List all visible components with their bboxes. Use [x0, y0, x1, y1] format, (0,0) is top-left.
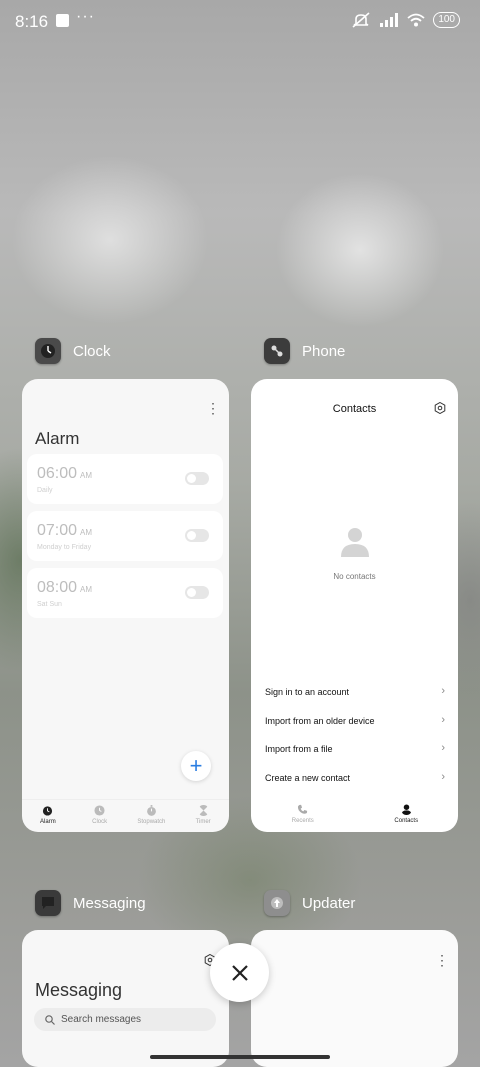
app-header-clock[interactable]: Clock — [35, 338, 111, 364]
clear-all-button[interactable] — [210, 943, 269, 1002]
tab-clock: Clock — [74, 800, 126, 832]
screen-title: Contacts — [332, 403, 377, 415]
search-bar: Search messages — [34, 1008, 216, 1031]
alarm-toggle — [185, 529, 209, 542]
tab-alarm: Alarm — [22, 800, 74, 832]
messaging-app-icon — [35, 890, 61, 916]
screen-title: Alarm — [35, 429, 80, 448]
more-options-icon: ⋮ — [435, 952, 449, 968]
phone-app-icon — [264, 338, 290, 364]
person-icon — [401, 804, 412, 815]
tab-stopwatch: Stopwatch — [126, 800, 178, 832]
app-header-phone[interactable]: Phone — [264, 338, 345, 364]
alarm-time: 06:00 AM — [37, 465, 93, 482]
app-header-messaging[interactable]: Messaging — [35, 890, 146, 916]
wifi-icon — [407, 13, 425, 27]
phone-icon — [298, 804, 308, 814]
app-name: Updater — [302, 894, 356, 912]
mute-icon — [352, 12, 370, 28]
settings-gear-icon — [434, 402, 446, 414]
recent-app-card-messaging[interactable]: Messaging Search messages — [22, 930, 229, 1067]
search-placeholder: Search messages — [61, 1014, 142, 1025]
more-options-icon: ⋮ — [206, 400, 220, 416]
app-header-updater[interactable]: Updater — [264, 890, 355, 916]
stopwatch-icon — [146, 805, 156, 816]
alarm-toggle — [185, 586, 209, 599]
status-bar: 8:16 ··· 100 — [0, 0, 480, 42]
app-name: Phone — [302, 342, 346, 360]
recent-app-card-updater[interactable]: ⋮ — [251, 930, 458, 1067]
add-alarm-button: + — [181, 751, 211, 781]
clock-icon — [94, 805, 105, 816]
alarm-repeat: Sat Sun — [37, 601, 62, 608]
alarm-item: 06:00 AM Daily — [27, 454, 223, 504]
chevron-right-icon: › — [441, 771, 445, 783]
clock-app-icon — [35, 338, 61, 364]
close-icon — [231, 964, 248, 981]
chevron-right-icon: › — [441, 742, 445, 754]
tab-recents: Recents — [251, 799, 355, 832]
bottom-nav: Alarm Clock Stopwatch Timer — [22, 799, 229, 832]
chevron-right-icon: › — [441, 714, 445, 726]
hourglass-icon — [199, 805, 207, 816]
app-name: Messaging — [73, 894, 146, 912]
empty-state-text: No contacts — [333, 572, 376, 581]
action-import-older-device: Import from an older device › — [265, 714, 445, 726]
recent-app-card-clock[interactable]: ⋮ Alarm 06:00 AM Daily 07:00 AM Monday to … — [22, 379, 229, 832]
tab-timer: Timer — [177, 800, 229, 832]
notification-icon — [56, 14, 69, 27]
alarm-item: 07:00 AM Monday to Friday — [27, 511, 223, 561]
recent-app-card-phone[interactable]: Contacts No contacts Sign in to an accou… — [251, 379, 458, 832]
alarm-item: 08:00 AM Sat Sun — [27, 568, 223, 618]
updater-app-icon — [264, 890, 290, 916]
alarm-time: 08:00 AM — [37, 579, 93, 596]
alarm-time: 07:00 AM — [37, 522, 93, 539]
tab-contacts: Contacts — [355, 799, 459, 832]
more-notifications-icon: ··· — [76, 8, 95, 25]
search-icon — [45, 1014, 55, 1025]
alarm-repeat: Monday to Friday — [37, 544, 92, 551]
action-create-contact: Create a new contact › — [265, 771, 445, 783]
alarm-repeat: Daily — [37, 487, 53, 494]
app-name: Clock — [73, 342, 111, 360]
status-time: 8:16 — [15, 12, 49, 31]
alarm-toggle — [185, 472, 209, 485]
alarm-icon — [43, 806, 53, 816]
bottom-nav: Recents Contacts — [251, 799, 458, 832]
screen-title: Messaging — [35, 980, 123, 1000]
action-sign-in: Sign in to an account › — [265, 685, 445, 697]
home-gesture-bar[interactable] — [150, 1055, 330, 1059]
battery-indicator: 100 — [433, 12, 460, 28]
signal-icon — [380, 13, 399, 27]
empty-contacts-icon — [341, 528, 369, 557]
chevron-right-icon: › — [441, 685, 445, 697]
action-import-file: Import from a file › — [265, 742, 445, 754]
